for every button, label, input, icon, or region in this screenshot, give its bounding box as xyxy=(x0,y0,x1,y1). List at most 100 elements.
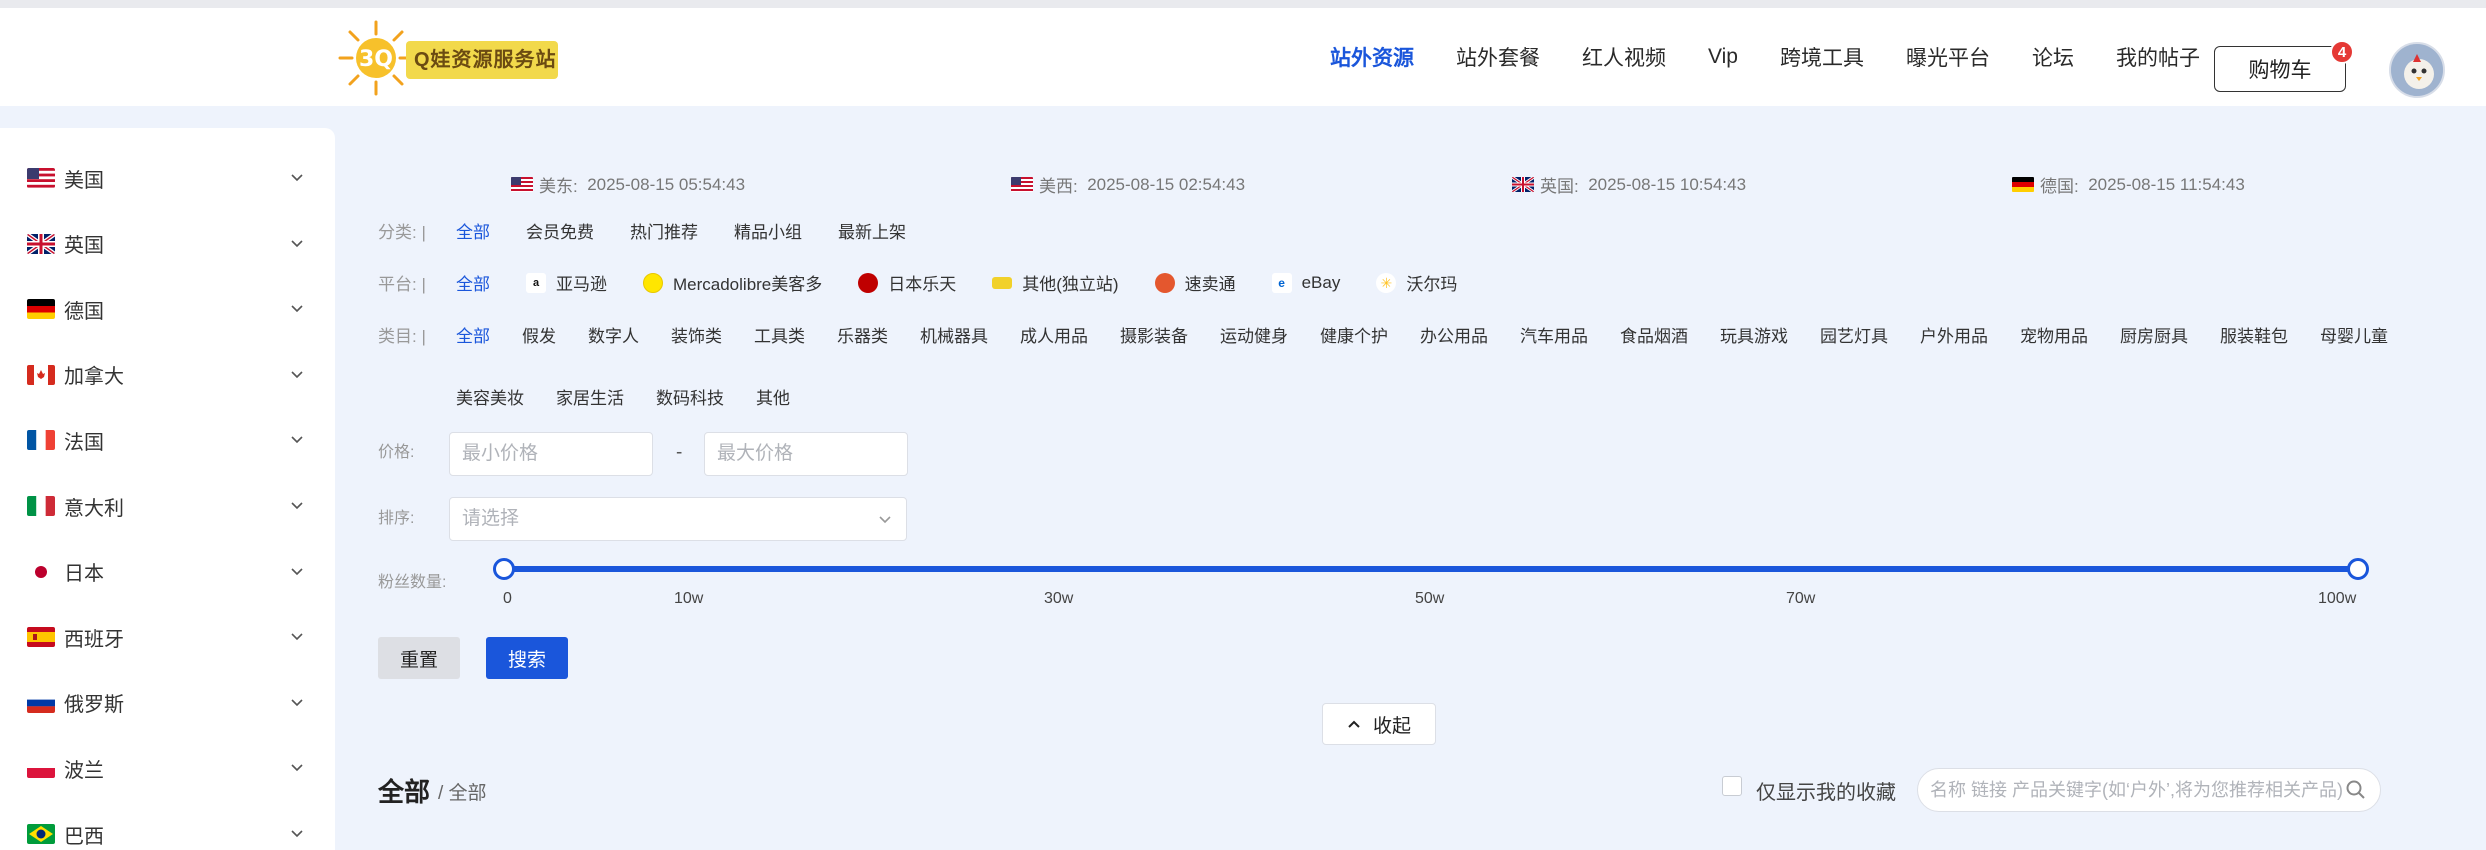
type-option[interactable]: 成人用品 xyxy=(1020,322,1088,347)
fans-tick: 70w xyxy=(1786,590,1816,607)
nav-item-offsite-resources[interactable]: 站外资源 xyxy=(1330,42,1414,72)
search-icon[interactable] xyxy=(2345,779,2367,801)
sidebar-item-br[interactable]: 巴西 xyxy=(0,804,335,850)
sidebar-item-us[interactable]: 美国 xyxy=(0,148,335,208)
cart-button[interactable]: 购物车 xyxy=(2214,46,2346,92)
type-key: 类目: | xyxy=(378,327,426,346)
fans-slider-min-handle[interactable] xyxy=(493,558,515,580)
type-option[interactable]: 机械器具 xyxy=(920,322,988,347)
category-option[interactable]: 最新上架 xyxy=(838,218,906,243)
sidebar-item-de[interactable]: 德国 xyxy=(0,279,335,339)
category-option[interactable]: 会员免费 xyxy=(526,218,594,243)
type-option[interactable]: 食品烟酒 xyxy=(1620,322,1688,347)
type-option[interactable]: 宠物用品 xyxy=(2020,322,2088,347)
platform-option-amazon[interactable]: a 亚马逊 xyxy=(526,270,607,295)
sort-select[interactable]: 请选择 xyxy=(449,497,907,541)
type-option[interactable]: 园艺灯具 xyxy=(1820,322,1888,347)
sidebar-item-label: 德国 xyxy=(64,300,104,323)
type-option[interactable]: 家居生活 xyxy=(556,384,624,409)
type-option[interactable]: 办公用品 xyxy=(1420,322,1488,347)
fans-tick: 30w xyxy=(1044,590,1074,607)
fans-slider-track[interactable] xyxy=(504,566,2358,572)
uk-flag-icon xyxy=(27,233,55,254)
type-option[interactable]: 其他 xyxy=(756,384,790,409)
fans-tick: 100w xyxy=(2318,590,2357,607)
type-option[interactable]: 乐器类 xyxy=(837,322,888,347)
avatar[interactable] xyxy=(2389,42,2445,98)
chevron-down-icon xyxy=(291,699,303,706)
type-option[interactable]: 玩具游戏 xyxy=(1720,322,1788,347)
platform-option-aliexpress[interactable]: 速卖通 xyxy=(1154,270,1236,295)
sidebar-item-label: 法国 xyxy=(64,431,104,454)
category-option[interactable]: 全部 xyxy=(456,218,490,243)
time-label: 美东: xyxy=(539,177,578,196)
time-label: 英国: xyxy=(1540,177,1579,196)
sort-label: 排序: xyxy=(378,510,415,527)
nav-item-forum[interactable]: 论坛 xyxy=(2032,42,2074,72)
type-option[interactable]: 装饰类 xyxy=(671,322,722,347)
ebay-icon: e xyxy=(1271,272,1292,293)
type-option[interactable]: 数码科技 xyxy=(656,384,724,409)
type-option[interactable]: 数字人 xyxy=(588,322,639,347)
type-option[interactable]: 运动健身 xyxy=(1220,322,1288,347)
type-option[interactable]: 母婴儿童 xyxy=(2320,322,2388,347)
platform-option-rakuten[interactable]: 日本乐天 xyxy=(858,270,956,295)
fans-tick: 50w xyxy=(1415,590,1445,607)
time-value: 2025-08-15 05:54:43 xyxy=(587,174,746,194)
it-flag-icon xyxy=(27,496,55,516)
platform-filter: 平台: | 全部 a 亚马逊 Mercadolibre美客多 日本乐天 其他(独立… xyxy=(378,270,1493,295)
search-button[interactable]: 搜索 xyxy=(486,637,568,679)
sort-placeholder: 请选择 xyxy=(462,508,520,529)
favorites-only-label[interactable]: 仅显示我的收藏 xyxy=(1756,776,1896,805)
type-option[interactable]: 全部 xyxy=(456,322,490,347)
type-option[interactable]: 工具类 xyxy=(754,322,805,347)
type-option[interactable]: 摄影装备 xyxy=(1120,322,1188,347)
platform-option-mercadolibre[interactable]: Mercadolibre美客多 xyxy=(643,270,822,295)
independent-store-icon xyxy=(992,276,1013,289)
type-option[interactable]: 汽车用品 xyxy=(1520,322,1588,347)
nav-item-influencer-video[interactable]: 红人视频 xyxy=(1582,42,1666,72)
keyword-search-input[interactable]: 名称 链接 产品关键字(如‘户外’,将为您推荐相关产品) xyxy=(1917,768,2381,812)
sidebar-item-ru[interactable]: 俄罗斯 xyxy=(0,673,335,733)
chevron-down-icon xyxy=(291,764,303,772)
platform-label: 日本乐天 xyxy=(888,275,957,294)
nav-item-exposure-platform[interactable]: 曝光平台 xyxy=(1906,42,1990,72)
platform-label: 亚马逊 xyxy=(556,275,607,294)
type-option[interactable]: 假发 xyxy=(522,322,556,347)
platform-option-walmart[interactable]: ✳ 沃尔玛 xyxy=(1376,270,1457,295)
sidebar-item-ca[interactable]: 加拿大 xyxy=(0,345,335,405)
nav-item-my-posts[interactable]: 我的帖子 xyxy=(2116,42,2200,72)
max-price-input[interactable]: 最大价格 xyxy=(704,432,908,476)
chevron-down-icon xyxy=(291,568,303,575)
platform-option-independent[interactable]: 其他(独立站) xyxy=(992,270,1119,295)
type-option[interactable]: 户外用品 xyxy=(1920,322,1988,347)
reset-button[interactable]: 重置 xyxy=(378,637,460,679)
sidebar-item-uk[interactable]: 英国 xyxy=(0,214,335,274)
aliexpress-icon xyxy=(1154,272,1175,293)
type-option[interactable]: 厨房厨具 xyxy=(2120,322,2188,347)
sidebar-item-jp[interactable]: 日本 xyxy=(0,542,335,602)
fans-slider-max-handle[interactable] xyxy=(2347,558,2369,580)
type-option[interactable]: 健康个护 xyxy=(1320,322,1388,347)
site-logo[interactable]: 3Q Q娃资源服务站 xyxy=(336,18,562,98)
nav-item-offsite-packages[interactable]: 站外套餐 xyxy=(1456,42,1540,72)
platform-option[interactable]: 全部 xyxy=(456,270,490,295)
collapse-button[interactable]: 收起 xyxy=(1322,703,1436,745)
sidebar-item-label: 日本 xyxy=(64,563,104,586)
category-option[interactable]: 热门推荐 xyxy=(630,218,698,243)
sidebar-item-fr[interactable]: 法国 xyxy=(0,410,335,470)
sidebar-item-it[interactable]: 意大利 xyxy=(0,476,335,536)
platform-option-ebay[interactable]: e eBay xyxy=(1271,272,1340,293)
sidebar-item-es[interactable]: 西班牙 xyxy=(0,607,335,667)
sidebar-item-label: 俄罗斯 xyxy=(64,694,124,717)
category-option[interactable]: 精品小组 xyxy=(734,218,802,243)
favorites-only-checkbox[interactable] xyxy=(1722,776,1742,796)
sidebar-item-pl[interactable]: 波兰 xyxy=(0,738,335,798)
chevron-down-icon xyxy=(291,371,303,378)
nav-item-crossborder-tools[interactable]: 跨境工具 xyxy=(1780,42,1864,72)
type-option[interactable]: 服装鞋包 xyxy=(2220,322,2288,347)
min-price-input[interactable]: 最小价格 xyxy=(449,432,653,476)
nav-item-vip[interactable]: Vip xyxy=(1708,45,1738,69)
platform-label: 速卖通 xyxy=(1184,275,1236,294)
type-option[interactable]: 美容美妆 xyxy=(456,384,524,409)
